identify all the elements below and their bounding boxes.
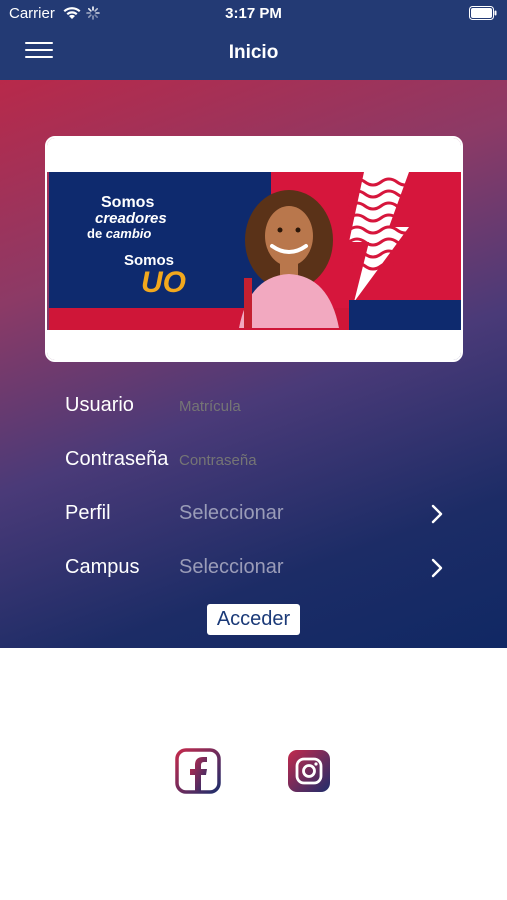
page-title: Inicio <box>228 42 279 63</box>
usuario-row: Usuario <box>0 386 507 426</box>
facebook-icon[interactable] <box>175 748 221 794</box>
battery-icon <box>469 6 497 20</box>
login-section: Somos creadores de cambio Somos UO Usuar… <box>0 80 507 648</box>
navigation-bar: Carrier 3:17 PM Inicio <box>0 0 507 80</box>
password-row: Contraseña <box>0 440 507 480</box>
banner-blue-band <box>349 300 461 330</box>
campus-label: Campus <box>65 556 140 578</box>
password-input[interactable] <box>179 452 419 469</box>
perfil-value[interactable]: Seleccionar <box>179 502 284 525</box>
campus-value[interactable]: Seleccionar <box>179 556 284 579</box>
banner-text-creadores: creadores <box>95 210 167 227</box>
acceder-button[interactable]: Acceder <box>207 604 300 635</box>
banner-top-strip <box>47 138 461 172</box>
perfil-label: Perfil <box>65 502 111 524</box>
banner-image: Somos creadores de cambio Somos UO <box>49 172 461 330</box>
instagram-icon[interactable] <box>286 748 332 794</box>
status-bar: Carrier 3:17 PM <box>0 0 507 28</box>
usuario-input[interactable] <box>179 398 419 415</box>
campus-selector[interactable]: Campus Seleccionar <box>0 548 507 588</box>
status-time: 3:17 PM <box>225 5 282 22</box>
student-photo <box>239 190 339 328</box>
banner-card: Somos creadores de cambio Somos UO <box>45 136 463 362</box>
password-label: Contraseña <box>65 448 169 470</box>
perfil-selector[interactable]: Perfil Seleccionar <box>0 494 507 534</box>
banner-text-uo: UO <box>141 266 186 299</box>
chevron-right-icon[interactable] <box>430 503 444 525</box>
chevron-right-icon[interactable] <box>430 557 444 579</box>
usuario-label: Usuario <box>65 394 134 416</box>
banner-text-de-cambio: de cambio <box>87 226 152 241</box>
banner-bottom-strip <box>47 330 461 360</box>
